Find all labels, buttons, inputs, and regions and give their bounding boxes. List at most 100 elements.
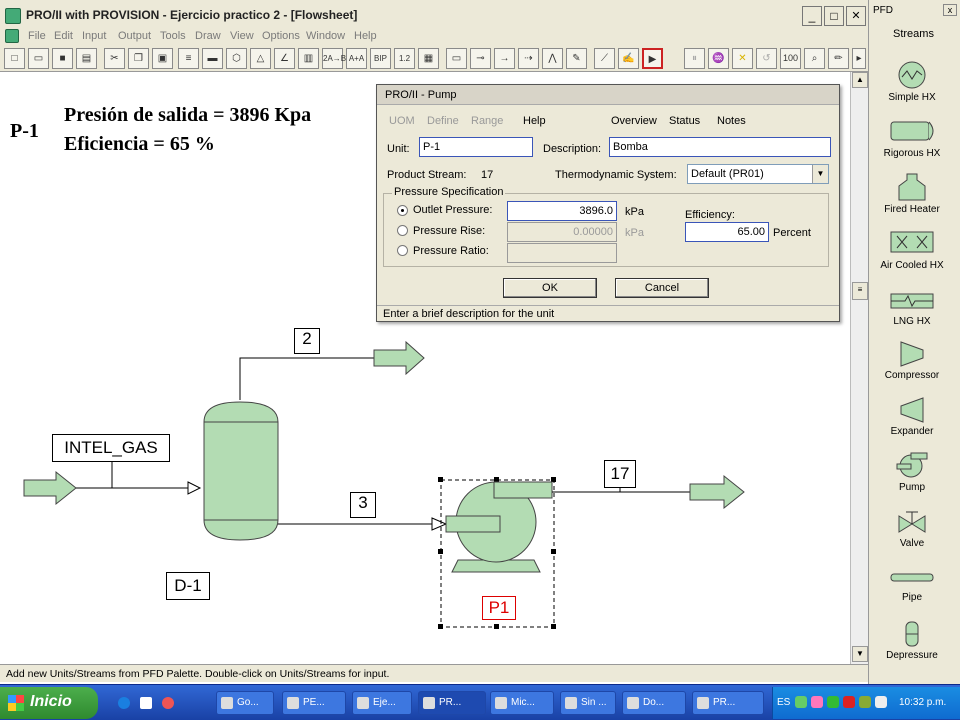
palette-valve[interactable]: Valve	[869, 506, 955, 562]
media-icon[interactable]	[162, 697, 174, 709]
start-button[interactable]: Inicio	[0, 687, 98, 719]
reset-icon[interactable]: ↺	[756, 48, 777, 69]
unit-field[interactable]: P-1	[419, 137, 533, 157]
help-button[interactable]: Help	[523, 115, 546, 127]
run-icon[interactable]: ▶	[642, 48, 663, 69]
task-go[interactable]: Go...	[216, 691, 274, 715]
outlet-pressure-field[interactable]: 3896.0	[507, 201, 617, 221]
stream-icon[interactable]: →	[494, 48, 515, 69]
step-icon[interactable]: ♒	[708, 48, 729, 69]
rect-icon[interactable]: ▭	[446, 48, 467, 69]
stream-3-label[interactable]: 3	[350, 492, 376, 518]
scroll-thumb[interactable]: ≡	[852, 282, 868, 300]
menu-file[interactable]: File	[28, 30, 46, 42]
palette-simple-hx[interactable]: Simple HX	[869, 60, 955, 116]
copy-icon[interactable]: ❐	[128, 48, 149, 69]
units-icon[interactable]: ▬	[202, 48, 223, 69]
volume-icon[interactable]	[875, 696, 887, 708]
menu-edit[interactable]: Edit	[54, 30, 73, 42]
pressure-ratio-field[interactable]	[507, 243, 617, 263]
curve-icon[interactable]: ∠	[274, 48, 295, 69]
palette-depressure[interactable]: Depressure	[869, 620, 955, 676]
ie-icon[interactable]	[118, 697, 130, 709]
description-field[interactable]: Bomba	[609, 137, 831, 157]
menu-view[interactable]: View	[230, 30, 254, 42]
component-icon[interactable]: ⬡	[226, 48, 247, 69]
menu-options[interactable]: Options	[262, 30, 300, 42]
pencil-icon[interactable]: ✏	[828, 48, 849, 69]
palette-pipe[interactable]: Pipe	[869, 566, 955, 622]
chat-icon[interactable]	[811, 696, 823, 708]
palette-pump[interactable]: Pump	[869, 450, 955, 506]
connect-icon[interactable]: ⊸	[470, 48, 491, 69]
sequence-icon[interactable]: 2A→B	[322, 48, 346, 69]
efficiency-field[interactable]: 65.00	[685, 222, 769, 242]
thermo-select[interactable]: Default (PR01) ▼	[687, 164, 829, 184]
task-pr-active[interactable]: PR...	[418, 691, 486, 715]
order-icon[interactable]: 1.2	[394, 48, 415, 69]
pause-icon[interactable]: ⏸	[684, 48, 705, 69]
edit-tool-icon[interactable]: ✍	[618, 48, 639, 69]
antivirus-icon[interactable]	[843, 696, 855, 708]
add-stream-icon[interactable]: ⇢	[518, 48, 539, 69]
overview-button[interactable]: Overview	[611, 115, 657, 127]
feed-stream-label[interactable]: INTEL_GAS	[52, 434, 170, 462]
zoom-100-icon[interactable]: 100	[780, 48, 801, 69]
menu-input[interactable]: Input	[82, 30, 106, 42]
chevron-down-icon[interactable]: ▼	[812, 165, 828, 183]
vertical-scrollbar[interactable]: ▲ ≡ ▼	[850, 72, 868, 664]
close-button[interactable]: ✕	[846, 6, 866, 26]
task-eje[interactable]: Eje...	[352, 691, 412, 715]
palette-rigorous-hx[interactable]: Rigorous HX	[869, 116, 955, 172]
palette-compressor[interactable]: Compressor	[869, 338, 955, 394]
grid-icon[interactable]: ▦	[418, 48, 439, 69]
palette-fired-heater[interactable]: Fired Heater	[869, 172, 955, 228]
task-do[interactable]: Do...	[622, 691, 686, 715]
palette-streams[interactable]: Streams	[893, 28, 934, 40]
range-button[interactable]: Range	[471, 115, 503, 127]
new-icon[interactable]: □	[4, 48, 25, 69]
task-mic[interactable]: Mic...	[490, 691, 554, 715]
reaction-icon[interactable]: A+A	[346, 48, 367, 69]
ok-button[interactable]: OK	[503, 278, 597, 298]
shield-icon[interactable]	[827, 696, 839, 708]
stream-17-label[interactable]: 17	[604, 460, 636, 488]
network-icon[interactable]	[859, 696, 871, 708]
palette-expander[interactable]: Expander	[869, 394, 955, 450]
maximize-button[interactable]: □	[824, 6, 844, 26]
minimize-button[interactable]: _	[802, 6, 822, 26]
stop-icon[interactable]: ✕	[732, 48, 753, 69]
graph-icon[interactable]: ⋀	[542, 48, 563, 69]
more-icon[interactable]: ▸	[852, 48, 866, 69]
palette-lng-hx[interactable]: LNG HX	[869, 288, 955, 344]
scroll-up-button[interactable]: ▲	[852, 72, 868, 88]
task-pr[interactable]: PR...	[692, 691, 764, 715]
messenger-icon[interactable]	[795, 696, 807, 708]
cut-icon[interactable]: ✂	[104, 48, 125, 69]
pump-label[interactable]: P1	[482, 596, 516, 620]
stream-2-label[interactable]: 2	[294, 328, 320, 354]
pressure-ratio-radio[interactable]	[397, 245, 408, 256]
notes-button[interactable]: Notes	[717, 115, 746, 127]
scroll-down-button[interactable]: ▼	[852, 646, 868, 662]
pressure-rise-radio[interactable]	[397, 225, 408, 236]
pressure-rise-field[interactable]: 0.00000	[507, 222, 617, 242]
task-pe[interactable]: PE...	[282, 691, 346, 715]
menu-help[interactable]: Help	[354, 30, 377, 42]
open-icon[interactable]: ▭	[28, 48, 49, 69]
zoom-icon[interactable]: ⌕	[804, 48, 825, 69]
define-button[interactable]: Define	[427, 115, 459, 127]
menu-tools[interactable]: Tools	[160, 30, 186, 42]
menu-output[interactable]: Output	[118, 30, 151, 42]
uom-button[interactable]: UOM	[389, 115, 415, 127]
pipe-tool-icon[interactable]: ⟋	[594, 48, 615, 69]
task-sin[interactable]: Sin ...	[560, 691, 616, 715]
outlet-pressure-radio[interactable]	[397, 205, 408, 216]
menu-window[interactable]: Window	[306, 30, 345, 42]
drum-label[interactable]: D-1	[166, 572, 210, 600]
flask-icon[interactable]: △	[250, 48, 271, 69]
save-icon[interactable]: ■	[52, 48, 73, 69]
status-button[interactable]: Status	[669, 115, 700, 127]
chart-icon[interactable]: ▥	[298, 48, 319, 69]
note-icon[interactable]: ✎	[566, 48, 587, 69]
